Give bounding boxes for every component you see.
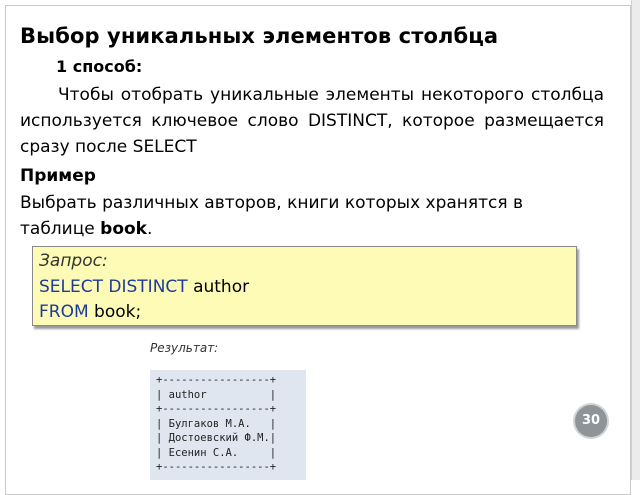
result-line: +-----------------+ (156, 461, 277, 473)
result-line: +-----------------+ (156, 374, 277, 386)
query-box: Запрос: SELECT DISTINCT author FROM book… (32, 246, 577, 326)
result-label: Результат: (150, 341, 219, 355)
task-end: . (147, 219, 153, 239)
sql-table: book; (88, 302, 142, 322)
result-table: +-----------------+ | author | +--------… (150, 370, 306, 480)
query-label: Запрос: (39, 251, 108, 271)
sql-keyword-from: FROM (39, 302, 89, 322)
sql-keyword-select-distinct: SELECT DISTINCT (39, 277, 188, 297)
result-line: | author | (156, 388, 277, 401)
description-paragraph: Чтобы отобрать уникальные элементы некот… (20, 85, 604, 157)
result-line: | Есенин С.А. | (156, 446, 277, 459)
result-line: | Булгаков М.А. | (156, 417, 277, 430)
page-number-badge: 30 (575, 405, 607, 437)
result-line: +-----------------+ (156, 403, 277, 415)
slide-title: Выбор уникальных элементов столбца (20, 24, 499, 48)
sql-column: author (187, 277, 250, 297)
query-line-from: FROM book; (39, 302, 141, 322)
task-sentence: Выбрать различных авторов, книги которых… (20, 193, 524, 239)
task-table-name: book (100, 219, 147, 239)
method-label: 1 способ: (56, 57, 143, 76)
side-scrollbar[interactable] (631, 0, 640, 480)
example-label: Пример (20, 166, 96, 186)
result-line: | Достоевский Ф.М.| (156, 432, 277, 444)
task-text: Выбрать различных авторов, книги которых… (20, 190, 580, 242)
query-line-select: SELECT DISTINCT author (39, 277, 249, 297)
